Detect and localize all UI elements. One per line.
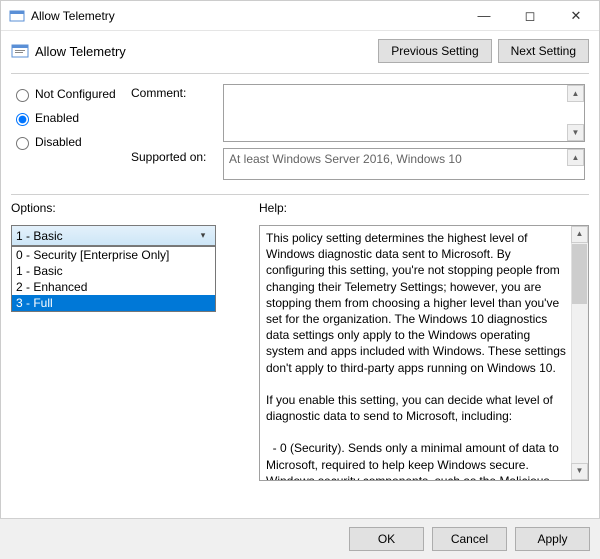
help-text: This policy setting determines the highe… <box>259 225 589 481</box>
scroll-up-icon[interactable]: ▲ <box>571 226 588 243</box>
comment-label: Comment: <box>131 84 223 100</box>
dropdown-list: 0 - Security [Enterprise Only] 1 - Basic… <box>11 246 216 312</box>
options-label: Options: <box>11 201 241 215</box>
divider <box>11 194 589 195</box>
scroll-up-icon[interactable]: ▲ <box>567 85 584 102</box>
fields: Comment: ▲ ▼ Supported on: At least Wind… <box>131 84 589 186</box>
page-title: Allow Telemetry <box>35 44 372 59</box>
app-icon <box>9 8 25 24</box>
policy-icon <box>11 42 29 60</box>
scroll-up-icon[interactable]: ▲ <box>567 149 584 166</box>
scrollbar-thumb[interactable] <box>572 244 587 304</box>
telemetry-level-dropdown[interactable]: 1 - Basic ▾ 0 - Security [Enterprise Onl… <box>11 225 216 246</box>
scroll-down-icon[interactable]: ▼ <box>567 124 584 141</box>
radio-not-configured-input[interactable] <box>16 89 29 102</box>
supported-on-label: Supported on: <box>131 148 223 164</box>
dropdown-option-0-security[interactable]: 0 - Security [Enterprise Only] <box>12 247 215 263</box>
maximize-button[interactable]: ◻ <box>507 1 553 31</box>
options-column: Options: 1 - Basic ▾ 0 - Security [Enter… <box>11 201 241 481</box>
cancel-button[interactable]: Cancel <box>432 527 507 551</box>
supported-on-value: At least Windows Server 2016, Windows 10… <box>223 148 585 180</box>
window-title: Allow Telemetry <box>31 9 461 23</box>
close-button[interactable]: ✕ <box>553 1 599 31</box>
config-area: Not Configured Enabled Disabled Comment:… <box>1 80 599 190</box>
titlebar: Allow Telemetry ― ◻ ✕ <box>1 1 599 31</box>
scroll-down-icon[interactable]: ▼ <box>571 463 588 480</box>
comment-textarea[interactable]: ▲ ▼ <box>223 84 585 142</box>
apply-button[interactable]: Apply <box>515 527 590 551</box>
lower-pane: Options: 1 - Basic ▾ 0 - Security [Enter… <box>1 201 599 481</box>
state-radio-group: Not Configured Enabled Disabled <box>11 84 131 186</box>
dropdown-option-1-basic[interactable]: 1 - Basic <box>12 263 215 279</box>
radio-enabled[interactable]: Enabled <box>11 110 131 126</box>
radio-disabled-input[interactable] <box>16 137 29 150</box>
radio-not-configured[interactable]: Not Configured <box>11 86 131 102</box>
divider <box>11 73 589 74</box>
radio-disabled[interactable]: Disabled <box>11 134 131 150</box>
minimize-button[interactable]: ― <box>461 1 507 31</box>
next-setting-button[interactable]: Next Setting <box>498 39 589 63</box>
help-column: Help: This policy setting determines the… <box>259 201 589 481</box>
radio-label: Disabled <box>35 135 82 149</box>
dropdown-option-3-full[interactable]: 3 - Full <box>12 295 215 311</box>
dialog-footer: OK Cancel Apply <box>0 518 600 559</box>
ok-button[interactable]: OK <box>349 527 424 551</box>
dropdown-option-2-enhanced[interactable]: 2 - Enhanced <box>12 279 215 295</box>
help-label: Help: <box>259 201 589 215</box>
header: Allow Telemetry Previous Setting Next Se… <box>1 31 599 69</box>
radio-label: Not Configured <box>35 87 116 101</box>
radio-label: Enabled <box>35 111 79 125</box>
chevron-down-icon: ▾ <box>195 230 211 241</box>
previous-setting-button[interactable]: Previous Setting <box>378 39 491 63</box>
radio-enabled-input[interactable] <box>16 113 29 126</box>
dropdown-selected: 1 - Basic <box>16 229 195 243</box>
